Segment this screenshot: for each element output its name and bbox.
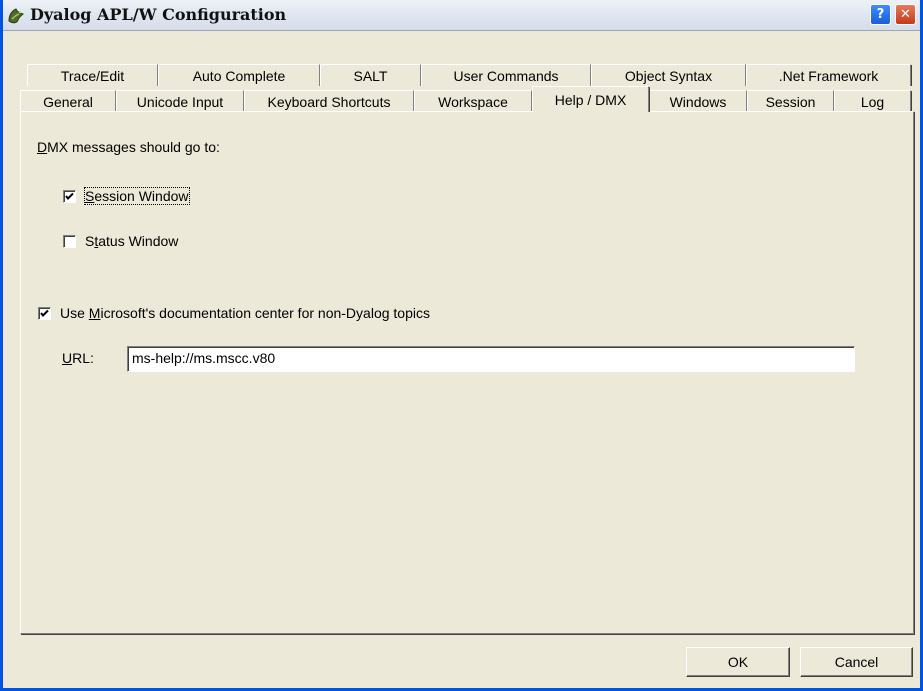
tab-salt[interactable]: SALT <box>320 64 422 86</box>
tab-label: Auto Complete <box>192 67 286 84</box>
accelerator-key: M <box>88 305 101 321</box>
cancel-button[interactable]: Cancel <box>800 647 913 677</box>
url-label: URL: <box>62 350 94 366</box>
tab-net-framework[interactable]: .Net Framework <box>746 64 912 86</box>
help-icon: ? <box>876 7 885 22</box>
tab-workspace[interactable]: Workspace <box>414 90 533 112</box>
status-window-text-pre: S <box>85 233 95 249</box>
tab-session[interactable]: Session <box>747 90 835 112</box>
tab-object-syntax[interactable]: Object Syntax <box>591 64 747 86</box>
ms-doc-checkbox[interactable] <box>38 307 51 320</box>
tab-label: Workspace <box>438 93 508 110</box>
tab-auto-complete[interactable]: Auto Complete <box>158 64 321 86</box>
tab-log[interactable]: Log <box>834 90 912 112</box>
window-border-left <box>0 0 3 691</box>
cancel-button-label: Cancel <box>834 654 879 670</box>
tab-user-commands[interactable]: User Commands <box>421 64 592 86</box>
tab-label: User Commands <box>453 67 559 84</box>
tab-label: SALT <box>353 67 388 84</box>
close-button[interactable]: ✕ <box>895 4 916 25</box>
checkmark-icon <box>40 309 49 317</box>
tab-trace-edit[interactable]: Trace/Edit <box>27 64 159 86</box>
tab-label: Windows <box>669 93 727 110</box>
session-window-checkbox[interactable] <box>63 190 76 203</box>
tab-label: Trace/Edit <box>60 67 125 84</box>
accelerator-key: S <box>85 188 95 204</box>
tab-label: Log <box>860 93 885 110</box>
tab-help-dmx[interactable]: Help / DMX <box>532 86 650 112</box>
tab-label: Help / DMX <box>554 91 627 108</box>
close-icon: ✕ <box>900 7 911 22</box>
tab-label: .Net Framework <box>778 67 879 84</box>
dmx-heading-text: MX messages should go to: <box>47 139 220 155</box>
tab-unicode-input[interactable]: Unicode Input <box>116 90 245 112</box>
checkmark-icon <box>65 192 74 200</box>
tab-label: Object Syntax <box>624 67 713 84</box>
session-window-label[interactable]: Session Window <box>84 187 190 205</box>
ok-button[interactable]: OK <box>686 647 790 677</box>
url-label-text: RL: <box>72 350 94 366</box>
status-window-label[interactable]: Status Window <box>85 233 178 249</box>
accelerator-key: D <box>37 139 48 155</box>
window-title: Dyalog APL/W Configuration <box>30 5 287 24</box>
ms-doc-text-pre: Use <box>60 305 89 321</box>
tab-windows[interactable]: Windows <box>649 90 748 112</box>
tab-label: Keyboard Shortcuts <box>267 93 391 110</box>
title-bar[interactable]: Dyalog APL/W Configuration ? ✕ <box>0 0 923 31</box>
status-window-text: atus Window <box>98 233 179 249</box>
tab-keyboard-shortcuts[interactable]: Keyboard Shortcuts <box>244 90 415 112</box>
dyalog-app-icon <box>6 6 26 26</box>
status-window-checkbox[interactable] <box>63 235 76 248</box>
tab-label: Unicode Input <box>136 93 224 110</box>
session-window-text: ession Window <box>94 188 189 204</box>
help-button[interactable]: ? <box>870 4 891 25</box>
tab-general[interactable]: General <box>20 90 117 112</box>
dmx-heading: DMX messages should go to: <box>37 139 220 155</box>
config-dialog: Dyalog APL/W Configuration ? ✕ Trace/Edi… <box>0 0 923 691</box>
url-input[interactable]: ms-help://ms.mscc.v80 <box>127 346 855 372</box>
ms-doc-text: icrosoft's documentation center for non-… <box>100 305 430 321</box>
tab-label: General <box>43 93 93 110</box>
ms-doc-label[interactable]: Use Microsoft's documentation center for… <box>60 305 430 321</box>
ok-button-label: OK <box>727 654 749 670</box>
tab-label: Session <box>765 93 816 110</box>
accelerator-key: U <box>62 350 73 366</box>
